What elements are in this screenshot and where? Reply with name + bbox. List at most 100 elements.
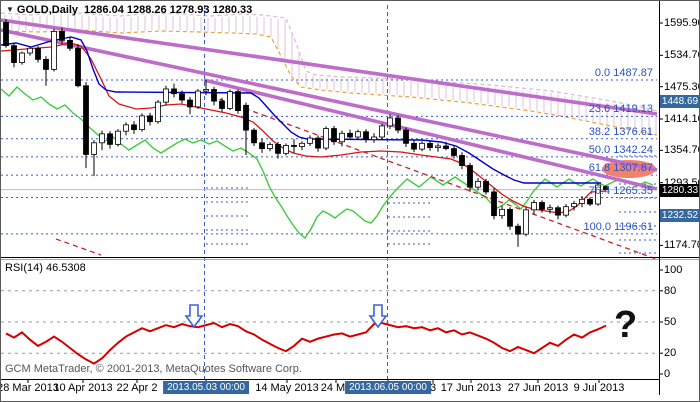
candle-body	[331, 128, 337, 143]
candle-body	[531, 202, 537, 211]
candle-body	[235, 91, 241, 111]
candle-body	[299, 142, 305, 147]
candle-body	[75, 47, 81, 87]
candle-body	[419, 142, 425, 150]
candle-body	[459, 155, 465, 166]
price-axis-label: 1414.10	[664, 112, 700, 125]
date-axis-label: 9 Jul 2013	[573, 382, 625, 394]
candle-body	[115, 130, 121, 145]
candle-body	[523, 209, 529, 235]
candle-body	[3, 22, 9, 47]
price-tag-1448.69: 1448.69	[660, 94, 699, 108]
candle-body	[251, 129, 257, 144]
date-highlight-tag: 2013.06.05 00:00	[345, 381, 431, 394]
candle-body	[259, 142, 265, 150]
candle-body	[195, 90, 201, 108]
cloud-lower-line	[1, 29, 658, 136]
date-axis-label: 28 Mar 2013	[0, 382, 59, 394]
rsi-axis-label: 20	[664, 347, 677, 360]
candle-body	[107, 133, 113, 145]
rsi-axis-label: 80	[664, 284, 677, 297]
fib-level-label: 0.0 1487.87	[594, 67, 653, 80]
cloud-upper-line	[1, 11, 658, 112]
candle-body	[483, 180, 489, 193]
candle-body	[387, 117, 393, 127]
candle-body	[307, 137, 313, 144]
candle-body	[59, 30, 65, 41]
candle-body	[19, 52, 25, 63]
price-axis-label: 1595.90	[664, 17, 700, 29]
candle-body	[91, 142, 97, 155]
fib-level-label: 61.8 1307.87	[588, 162, 653, 175]
candle-body	[67, 39, 73, 49]
down-arrow-marker[interactable]	[184, 304, 204, 329]
mt4-chart-window: ▼ GOLD,Daily 1286.04 1288.26 1278.93 1280.…	[0, 0, 700, 402]
rsi-line	[5, 321, 607, 365]
candle-body	[187, 99, 193, 108]
chart-title: ▼ GOLD,Daily 1286.04 1288.26 1278.93 1280.…	[6, 4, 252, 16]
candle-body	[243, 104, 249, 131]
price-axis-label: 1354.70	[664, 144, 700, 157]
rsi-axis-label: 100	[664, 264, 683, 276]
candle-body	[507, 208, 513, 227]
candle-body	[131, 124, 137, 131]
candle-body	[547, 207, 553, 210]
fib-level-label: 100.0 1196.61	[583, 220, 653, 233]
candle-body	[123, 124, 129, 132]
candle-body	[27, 47, 33, 54]
candle-body	[227, 91, 233, 109]
fib-level-label: 38.2 1376.61	[588, 125, 653, 138]
fib-level-label: 23.6 1419.13	[588, 103, 653, 116]
rsi-indicator-label: RSI(14) 46.5308	[5, 262, 86, 274]
candle-body	[451, 148, 457, 156]
rsi-axis-label: 0	[664, 368, 671, 380]
candle-body	[179, 93, 185, 101]
candle-body	[379, 125, 385, 138]
candle-body	[155, 101, 161, 123]
candle-body	[147, 115, 153, 123]
price-axis-label: 1174.70	[664, 239, 700, 252]
candle-body	[203, 89, 209, 92]
ohlc-values: 1286.04 1288.26 1278.93 1280.33	[84, 4, 253, 16]
ma-slow-line	[1, 42, 607, 214]
candle-body	[11, 45, 17, 63]
candle-body	[467, 165, 473, 188]
candle-body	[395, 117, 401, 131]
candle-body	[499, 208, 505, 217]
candle-body	[267, 143, 273, 150]
fib-level-label: 50.0 1342.24	[588, 143, 653, 156]
date-axis-label: 14 May 2013	[255, 382, 319, 394]
candle-body	[163, 88, 169, 103]
symbol-dropdown-icon[interactable]: ▼	[6, 5, 14, 14]
copyright-watermark: GCM MetaTrader, © 2001-2013, MetaQuotes …	[5, 363, 302, 375]
price-axis-label: 1534.70	[664, 49, 700, 62]
candle-body	[139, 115, 145, 131]
candle-body	[211, 89, 217, 102]
candle-body	[435, 145, 441, 148]
candle-body	[99, 133, 105, 144]
candle-body	[587, 198, 593, 205]
price-axis-label: 1475.30	[664, 80, 700, 93]
candle-body	[315, 137, 321, 149]
rsi-axis-label: 50	[664, 316, 677, 328]
symbol-timeframe-label: GOLD,Daily	[16, 4, 79, 16]
candle-body	[283, 145, 289, 154]
date-axis-label: 22 Apr 2	[116, 382, 158, 394]
candle-body	[427, 142, 433, 148]
candles-group	[3, 19, 609, 247]
candle-body	[275, 143, 281, 154]
candle-body	[475, 180, 481, 188]
red-dashed-trendline[interactable]	[55, 238, 102, 256]
question-mark-annotation: ?	[614, 304, 638, 346]
candle-body	[355, 131, 361, 138]
candle-body	[363, 131, 369, 141]
candle-body	[347, 132, 353, 138]
candle-body	[491, 191, 497, 217]
candle-body	[323, 128, 329, 149]
candle-body	[579, 198, 585, 204]
red-dashed-trendline[interactable]	[210, 95, 657, 260]
price-tag-1232.52: 1232.52	[660, 208, 699, 222]
fib-level-label: 76.4 1265.35	[588, 184, 653, 197]
candle-body	[219, 100, 225, 109]
candle-body	[515, 225, 521, 235]
